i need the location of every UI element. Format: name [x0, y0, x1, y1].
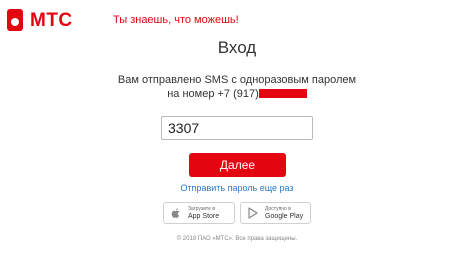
sms-message: Вам отправлено SMS с одноразовым паролем… — [0, 73, 474, 101]
sms-message-line1: Вам отправлено SMS с одноразовым паролем — [117, 74, 357, 86]
google-play-icon — [248, 207, 258, 219]
apple-icon — [171, 208, 180, 218]
sms-code-input[interactable] — [161, 116, 313, 140]
resend-password-link[interactable]: Отправить пароль еще раз — [0, 183, 474, 193]
next-button[interactable]: Далее — [189, 153, 286, 177]
app-store-button[interactable]: Загрузите в App Store — [163, 202, 235, 224]
header: МТС Ты знаешь, что можешь! — [0, 0, 474, 40]
google-play-button[interactable]: Доступно в Google Play — [240, 202, 311, 224]
sms-message-line2: на номер +7 (917) — [0, 87, 474, 101]
google-play-label: Google Play — [265, 213, 304, 220]
logo-text[interactable]: МТС — [30, 10, 73, 32]
google-play-caption: Доступно в — [265, 206, 291, 212]
mts-logo-icon[interactable] — [7, 9, 23, 31]
login-page: МТС Ты знаешь, что можешь! Вход Вам отпр… — [0, 0, 474, 259]
app-store-label: App Store — [188, 213, 220, 220]
phone-redaction — [258, 89, 307, 98]
slogan: Ты знаешь, что можешь! — [113, 14, 239, 26]
copyright: © 2018 ПАО «МТС». Все права защищены. — [176, 236, 298, 242]
app-store-caption: Загрузите в — [188, 206, 215, 212]
phone-prefix: на номер +7 (917) — [167, 88, 259, 100]
page-title: Вход — [217, 38, 257, 57]
